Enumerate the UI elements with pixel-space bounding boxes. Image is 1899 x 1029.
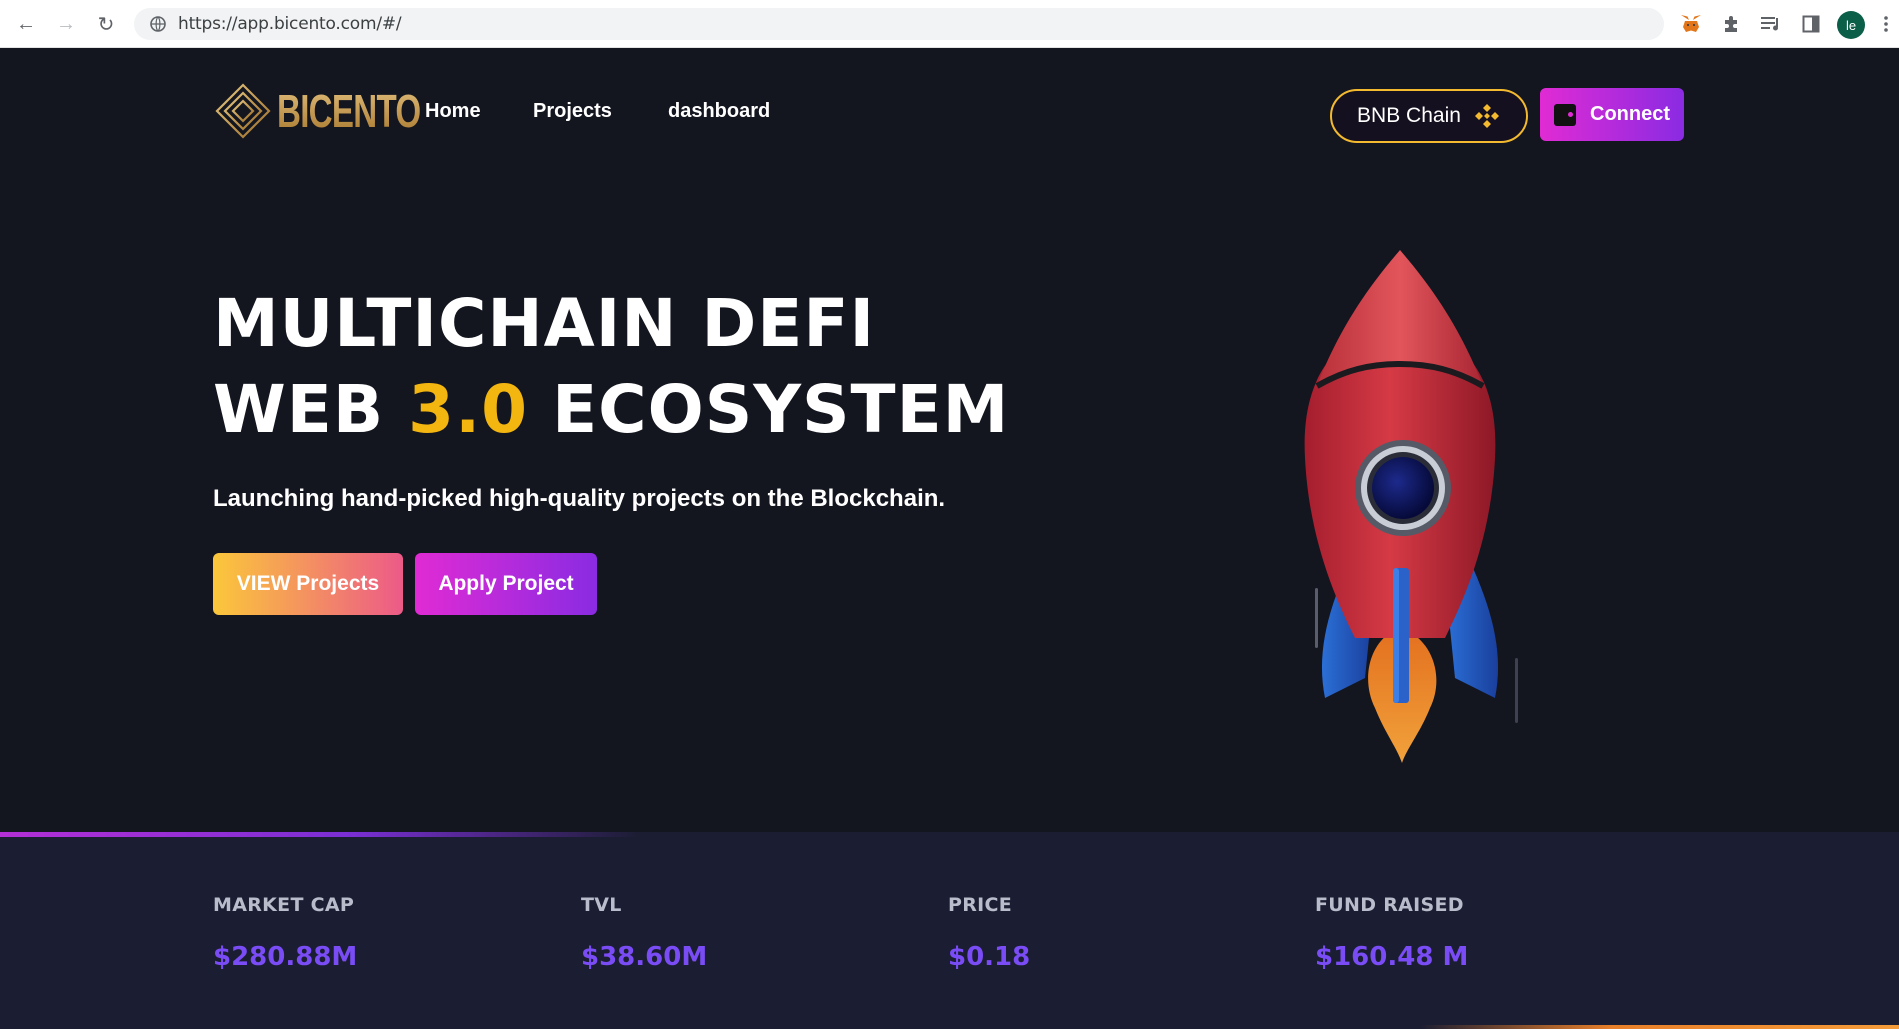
nav-dashboard[interactable]: dashboard xyxy=(668,100,770,123)
nav-projects[interactable]: Projects xyxy=(533,100,612,123)
hero-title-accent: 3.0 xyxy=(408,371,529,448)
chain-label: BNB Chain xyxy=(1357,104,1461,127)
metamask-fox-icon[interactable] xyxy=(1677,10,1705,38)
media-queue-icon[interactable] xyxy=(1757,10,1785,38)
page-body: BICENTO Home Projects dashboard BNB Chai… xyxy=(0,48,1899,1029)
browser-toolbar: ← → ↻ https://app.bicento.com/#/ le xyxy=(0,0,1899,48)
stat-label-tvl: TVL xyxy=(581,894,622,916)
hero-title-line-1: MULTICHAIN DEFI xyxy=(213,285,876,362)
diamond-logo-icon xyxy=(215,83,271,139)
hero-title-line-2: WEB 3.0 ECOSYSTEM xyxy=(213,371,1009,448)
rocket-illustration xyxy=(1304,250,1518,763)
brand-name: BICENTO xyxy=(277,85,421,137)
stats-bar: MARKET CAP $280.88M TVL $38.60M PRICE $0… xyxy=(0,832,1899,1029)
stat-label-market-cap: MARKET CAP xyxy=(213,894,355,916)
hero-subtitle: Launching hand-picked high-quality proje… xyxy=(213,485,946,512)
kebab-menu-icon[interactable] xyxy=(1872,10,1899,38)
forward-arrow-icon[interactable]: → xyxy=(52,10,80,38)
nav-menu: Home xyxy=(425,100,481,123)
site-info-icon[interactable] xyxy=(148,14,168,34)
reload-icon[interactable]: ↻ xyxy=(92,10,120,38)
nav-menu-3: dashboard xyxy=(668,100,770,123)
stat-label-fund-raised: FUND RAISED xyxy=(1315,894,1464,916)
profile-avatar[interactable]: le xyxy=(1837,11,1865,39)
stat-value-market-cap: $280.88M xyxy=(213,942,358,972)
stat-value-fund-raised: $160.48 M xyxy=(1315,942,1469,972)
back-arrow-icon[interactable]: ← xyxy=(12,10,40,38)
connect-label: Connect xyxy=(1590,103,1670,125)
bnb-icon xyxy=(1474,104,1499,128)
stat-label-price: PRICE xyxy=(948,894,1013,916)
side-panel-icon[interactable] xyxy=(1797,10,1825,38)
stat-value-price: $0.18 xyxy=(948,942,1031,972)
puzzle-icon[interactable] xyxy=(1717,10,1745,38)
hero-title-ecosystem: ECOSYSTEM xyxy=(528,371,1010,448)
stat-value-tvl: $38.60M xyxy=(581,942,708,972)
hero-title-web: WEB xyxy=(213,371,409,448)
stats-divider-glow xyxy=(0,832,640,837)
nav-home[interactable]: Home xyxy=(425,100,481,123)
view-projects-button[interactable]: VIEW Projects xyxy=(213,553,403,615)
address-bar[interactable]: https://app.bicento.com/#/ xyxy=(134,8,1664,40)
wallet-icon xyxy=(1554,103,1576,126)
nav-menu-2: Projects xyxy=(533,100,612,123)
url-text[interactable]: https://app.bicento.com/#/ xyxy=(178,14,402,34)
connect-wallet-button[interactable]: Connect xyxy=(1540,88,1684,141)
chain-selector-button[interactable]: BNB Chain xyxy=(1330,89,1528,143)
bottom-accent-line xyxy=(1420,1025,1899,1029)
apply-project-button[interactable]: Apply Project xyxy=(415,553,597,615)
